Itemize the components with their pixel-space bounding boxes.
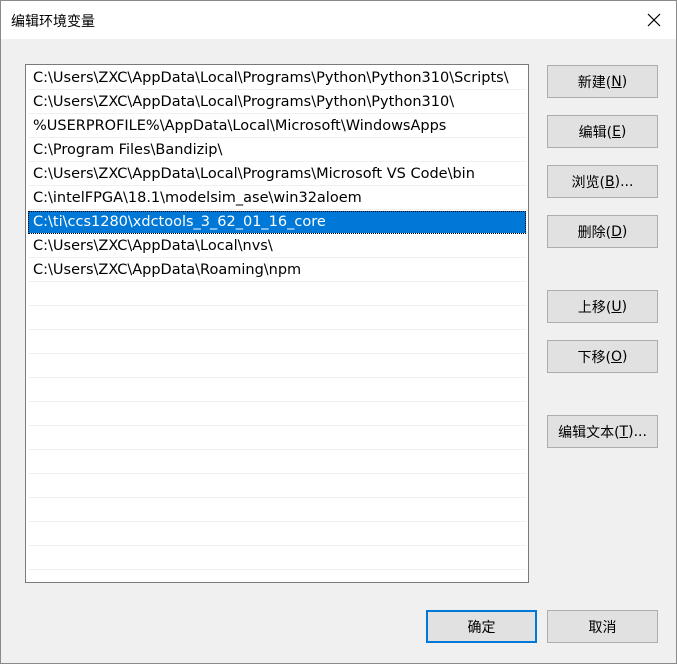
edit-text-button-label: 编辑文本( (558, 424, 620, 441)
path-list-item-selected[interactable]: C:\ti\ccs1280\xdctools_3_62_01_16_core (28, 211, 526, 234)
move-down-button-accel: O (610, 348, 623, 365)
new-button[interactable]: 新建(N) (547, 65, 658, 98)
cancel-button-label: 取消 (588, 619, 617, 636)
move-up-button[interactable]: 上移(U) (547, 290, 658, 323)
path-list-empty-row[interactable] (28, 499, 526, 522)
edit-button-suffix: ) (620, 123, 627, 140)
path-list-empty-row[interactable] (28, 283, 526, 306)
edit-text-button-suffix: )... (628, 423, 647, 440)
path-list-item[interactable]: C:\Users\ZXC\AppData\Local\nvs\ (28, 235, 526, 258)
path-list-empty-row[interactable] (28, 523, 526, 546)
new-button-suffix: ) (621, 73, 628, 90)
path-list-item[interactable]: C:\Users\ZXC\AppData\Local\Programs\Micr… (28, 163, 526, 186)
move-down-button-label: 下移( (577, 349, 611, 366)
path-list-item[interactable]: C:\Program Files\Bandizip\ (28, 139, 526, 162)
title-bar: 编辑环境变量 (1, 1, 676, 39)
edit-button-accel: E (612, 123, 621, 140)
path-list-item[interactable]: C:\Users\ZXC\AppData\Roaming\npm (28, 259, 526, 282)
window-title: 编辑环境变量 (11, 14, 95, 30)
move-up-button-suffix: ) (621, 298, 628, 315)
browse-button-suffix: )... (614, 173, 634, 190)
delete-button-suffix: ) (621, 223, 628, 240)
edit-button-label: 编辑( (578, 124, 613, 141)
browse-button[interactable]: 浏览(B)... (547, 165, 658, 198)
ok-button-label: 确定 (467, 619, 496, 636)
edit-button[interactable]: 编辑(E) (547, 115, 658, 148)
move-down-button[interactable]: 下移(O) (547, 340, 658, 373)
path-list-empty-row[interactable] (28, 475, 526, 498)
delete-button-accel: D (611, 223, 622, 240)
path-list-empty-row[interactable] (28, 547, 526, 570)
edit-text-button[interactable]: 编辑文本(T)... (547, 415, 658, 448)
path-list-empty-row[interactable] (28, 331, 526, 354)
move-down-button-suffix: ) (622, 348, 628, 365)
path-list-empty-row[interactable] (28, 427, 526, 450)
delete-button[interactable]: 删除(D) (547, 215, 658, 248)
delete-button-label: 删除( (577, 224, 612, 241)
path-list-empty-row[interactable] (28, 403, 526, 426)
path-list-empty-row[interactable] (28, 379, 526, 402)
new-button-accel: N (611, 73, 622, 90)
new-button-label: 新建( (577, 74, 612, 91)
path-list[interactable]: C:\Users\ZXC\AppData\Local\Programs\Pyth… (25, 64, 529, 583)
move-up-button-accel: U (611, 298, 622, 315)
path-list-item[interactable]: %USERPROFILE%\AppData\Local\Microsoft\Wi… (28, 115, 526, 138)
path-list-empty-row[interactable] (28, 307, 526, 330)
path-list-empty-row[interactable] (28, 451, 526, 474)
edit-text-button-accel: T (619, 423, 629, 440)
path-list-item[interactable]: C:\intelFPGA\18.1\modelsim_ase\win32aloe… (28, 187, 526, 210)
close-button[interactable] (632, 1, 676, 39)
path-list-item[interactable]: C:\Users\ZXC\AppData\Local\Programs\Pyth… (28, 91, 526, 114)
edit-environment-variable-dialog: 编辑环境变量 C:\Users\ZXC\AppData\Local\Progra… (0, 0, 677, 664)
path-list-item[interactable]: C:\Users\ZXC\AppData\Local\Programs\Pyth… (28, 67, 526, 90)
move-up-button-label: 上移( (577, 299, 612, 316)
browse-button-label: 浏览( (571, 174, 606, 191)
close-icon (647, 13, 661, 27)
cancel-button[interactable]: 取消 (547, 610, 658, 643)
browse-button-accel: B (605, 173, 615, 190)
path-list-empty-row[interactable] (28, 355, 526, 378)
ok-button[interactable]: 确定 (426, 610, 537, 643)
